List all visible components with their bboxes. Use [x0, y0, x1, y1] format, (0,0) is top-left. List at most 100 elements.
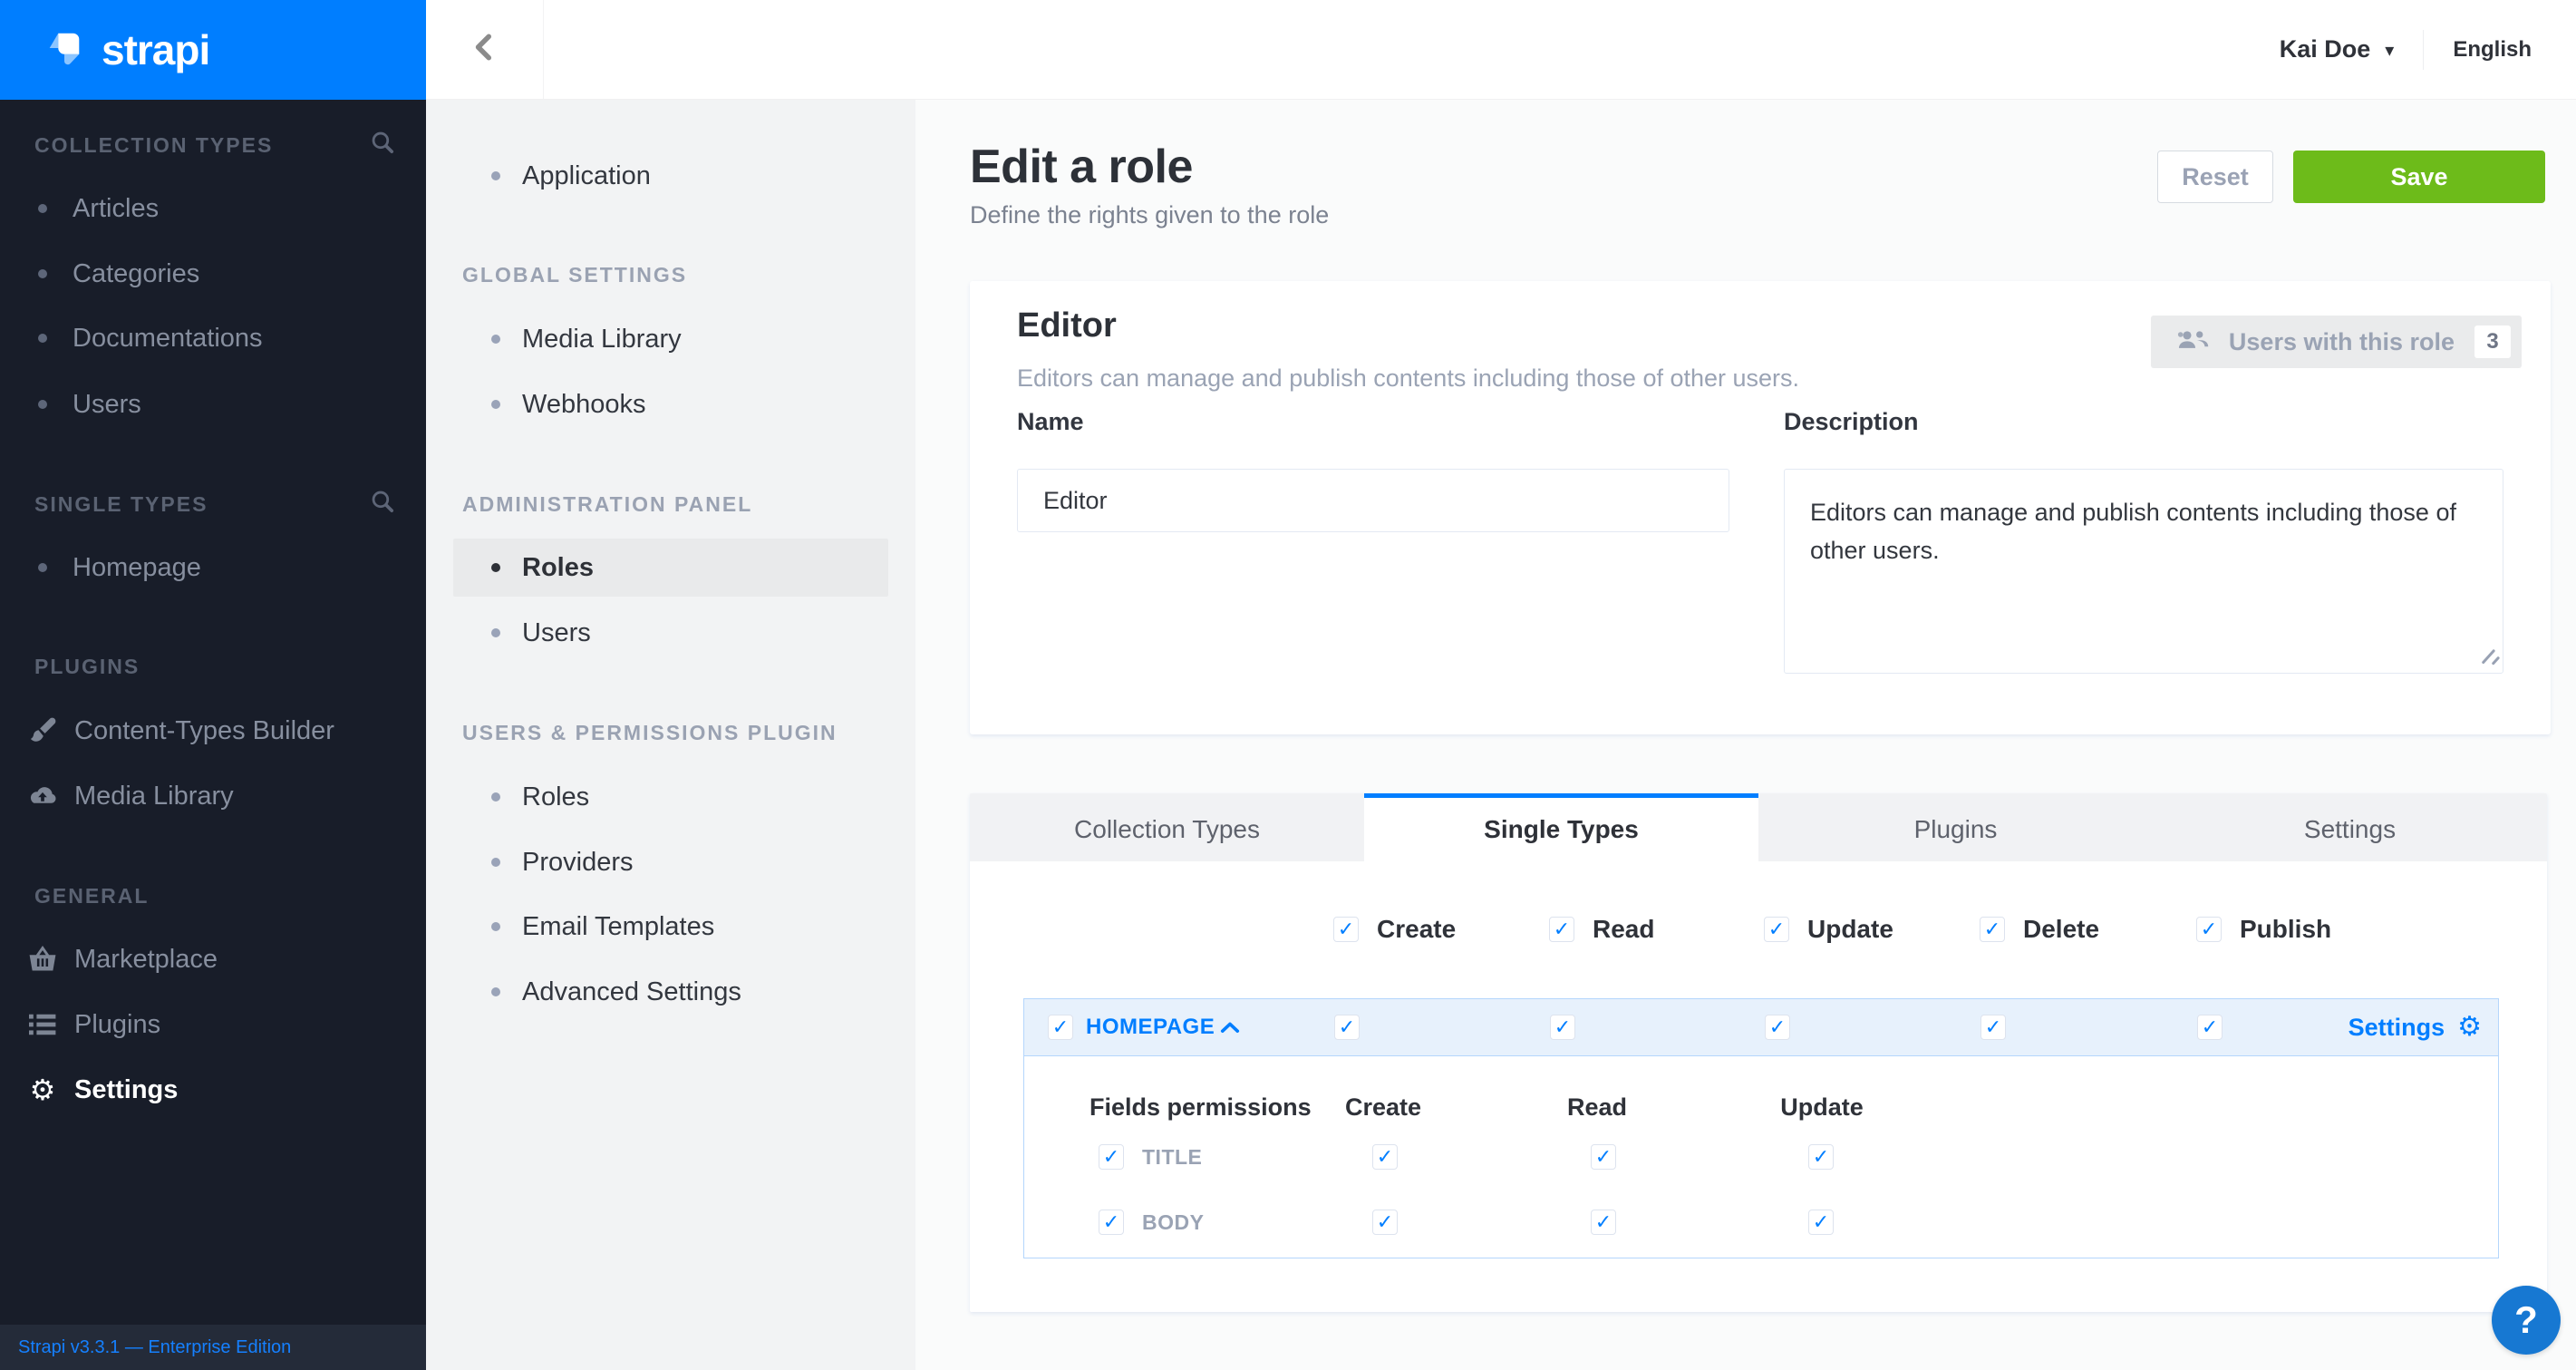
bullet-icon	[38, 563, 47, 572]
checkbox-homepage-update[interactable]: ✓	[1765, 1015, 1790, 1040]
field-name: BODY	[1142, 1204, 1204, 1240]
section-title: GLOBAL SETTINGS	[462, 263, 687, 287]
user-menu[interactable]: Kai Doe	[2280, 35, 2371, 63]
settings-nav-admin-users[interactable]: Users	[426, 604, 915, 662]
gear-icon: ⚙	[27, 1075, 58, 1104]
tab-settings[interactable]: Settings	[2153, 793, 2547, 861]
section-plugins: PLUGINS	[34, 648, 395, 685]
field-row-title: ✓ TITLE ✓ ✓ ✓	[1024, 1139, 2498, 1175]
brush-icon	[27, 716, 58, 745]
bullet-icon	[38, 269, 47, 278]
strapi-logo-text: strapi	[102, 25, 209, 74]
version-link[interactable]: Strapi v3.3.1 — Enterprise Edition	[18, 1337, 291, 1358]
search-icon[interactable]	[370, 130, 395, 160]
role-title: Editor	[1017, 306, 1117, 345]
sidebar-item-settings[interactable]: ⚙ Settings	[0, 1061, 426, 1119]
action-label: Update	[1807, 915, 1893, 944]
section-title: GENERAL	[34, 884, 149, 908]
checkbox-homepage-delete[interactable]: ✓	[1980, 1015, 2006, 1040]
sidebar-item-categories[interactable]: Categories	[0, 245, 426, 303]
header-right: Kai Doe ▾ English	[2280, 0, 2576, 99]
checkbox-homepage[interactable]: ✓	[1048, 1015, 1073, 1040]
checkbox-title-read[interactable]: ✓	[1591, 1144, 1616, 1170]
description-textarea[interactable]: Editors can manage and publish contents …	[1784, 469, 2503, 674]
checkbox-body-create[interactable]: ✓	[1372, 1210, 1398, 1235]
settings-nav-webhooks[interactable]: Webhooks	[426, 375, 915, 433]
section-general: GENERAL	[34, 878, 395, 914]
role-details-card: Editor Editors can manage and publish co…	[970, 281, 2551, 734]
bullet-icon	[491, 858, 500, 867]
page-actions: Reset Save	[2157, 151, 2545, 203]
checkbox-title-update[interactable]: ✓	[1808, 1144, 1834, 1170]
name-field-group: Name	[1017, 408, 1729, 532]
settings-section-global: GLOBAL SETTINGS	[462, 257, 897, 293]
save-button[interactable]: Save	[2293, 151, 2545, 203]
reset-button[interactable]: Reset	[2157, 151, 2273, 203]
section-title: USERS & PERMISSIONS PLUGIN	[462, 721, 838, 745]
settings-nav-providers[interactable]: Providers	[426, 833, 915, 891]
checkbox-homepage-publish[interactable]: ✓	[2197, 1015, 2223, 1040]
checkbox-title[interactable]: ✓	[1099, 1144, 1124, 1170]
page-header: Edit a role Define the rights given to t…	[970, 140, 1329, 229]
settings-nav-media-library[interactable]: Media Library	[426, 310, 915, 368]
content-type-name[interactable]: HOMEPAGE	[1086, 999, 1215, 1055]
bullet-icon	[38, 400, 47, 409]
action-label: Create	[1377, 915, 1456, 944]
tab-collection-types[interactable]: Collection Types	[970, 793, 1364, 861]
sidebar-item-label: Media Library	[74, 782, 234, 811]
checkbox-title-create[interactable]: ✓	[1372, 1144, 1398, 1170]
checkbox-update[interactable]: ✓	[1764, 917, 1789, 942]
sidebar-item-users[interactable]: Users	[0, 375, 426, 433]
tab-single-types[interactable]: Single Types	[1364, 793, 1758, 861]
checkbox-body-read[interactable]: ✓	[1591, 1210, 1616, 1235]
checkbox-homepage-create[interactable]: ✓	[1334, 1015, 1360, 1040]
checkbox-delete[interactable]: ✓	[1980, 917, 2005, 942]
settings-nav-email-templates[interactable]: Email Templates	[426, 898, 915, 956]
permissions-card: Collection Types Single Types Plugins Se…	[970, 793, 2547, 1312]
settings-nav-application[interactable]: Application	[426, 147, 915, 205]
nav-item-label: Providers	[522, 848, 634, 878]
sidebar-item-articles[interactable]: Articles	[0, 180, 426, 238]
sidebar-item-content-types-builder[interactable]: Content-Types Builder	[0, 702, 426, 760]
sidebar-item-homepage[interactable]: Homepage	[0, 539, 426, 597]
section-title: COLLECTION TYPES	[34, 133, 273, 158]
header-divider	[2423, 30, 2424, 70]
bullet-icon	[38, 334, 47, 343]
checkbox-body[interactable]: ✓	[1099, 1210, 1124, 1235]
sidebar-item-label: Users	[73, 390, 141, 420]
caret-down-icon[interactable]: ▾	[2385, 39, 2394, 61]
settings-nav-roles-active[interactable]: Roles	[453, 539, 888, 597]
sidebar-item-media-library[interactable]: Media Library	[0, 767, 426, 825]
nav-item-label: Roles	[522, 553, 594, 583]
language-selector[interactable]: English	[2453, 37, 2532, 63]
back-button[interactable]	[426, 0, 544, 99]
action-delete: ✓ Delete	[1980, 907, 2099, 952]
checkbox-create[interactable]: ✓	[1333, 917, 1359, 942]
bullet-icon	[491, 171, 500, 180]
resize-handle-icon[interactable]	[2476, 645, 2500, 668]
checkbox-body-update[interactable]: ✓	[1808, 1210, 1834, 1235]
chevron-up-icon[interactable]	[1220, 1021, 1240, 1039]
action-label: Publish	[2240, 915, 2331, 944]
settings-nav-advanced-settings[interactable]: Advanced Settings	[426, 963, 915, 1021]
top-header: Kai Doe ▾ English	[426, 0, 2576, 100]
checkbox-homepage-read[interactable]: ✓	[1550, 1015, 1575, 1040]
sidebar-item-plugins[interactable]: Plugins	[0, 996, 426, 1054]
help-button[interactable]: ?	[2492, 1286, 2561, 1355]
sidebar-item-label: Categories	[73, 259, 199, 289]
row-settings-link[interactable]: Settings ⚙	[2348, 999, 2482, 1055]
role-description-text: Editors can manage and publish contents …	[1017, 364, 1799, 393]
name-input[interactable]	[1017, 469, 1729, 532]
checkbox-publish[interactable]: ✓	[2196, 917, 2222, 942]
tab-plugins[interactable]: Plugins	[1758, 793, 2153, 861]
strapi-logo[interactable]: strapi	[0, 0, 426, 100]
users-with-role-button[interactable]: Users with this role 3	[2151, 316, 2522, 368]
sidebar-item-marketplace[interactable]: Marketplace	[0, 930, 426, 988]
sidebar-item-label: Homepage	[73, 553, 201, 583]
checkbox-read[interactable]: ✓	[1549, 917, 1574, 942]
settings-sidebar: Application GLOBAL SETTINGS Media Librar…	[426, 100, 915, 1370]
settings-nav-up-roles[interactable]: Roles	[426, 768, 915, 826]
search-icon[interactable]	[370, 489, 395, 520]
sidebar-item-documentations[interactable]: Documentations	[0, 309, 426, 367]
sidebar-footer[interactable]: Strapi v3.3.1 — Enterprise Edition	[0, 1325, 426, 1370]
